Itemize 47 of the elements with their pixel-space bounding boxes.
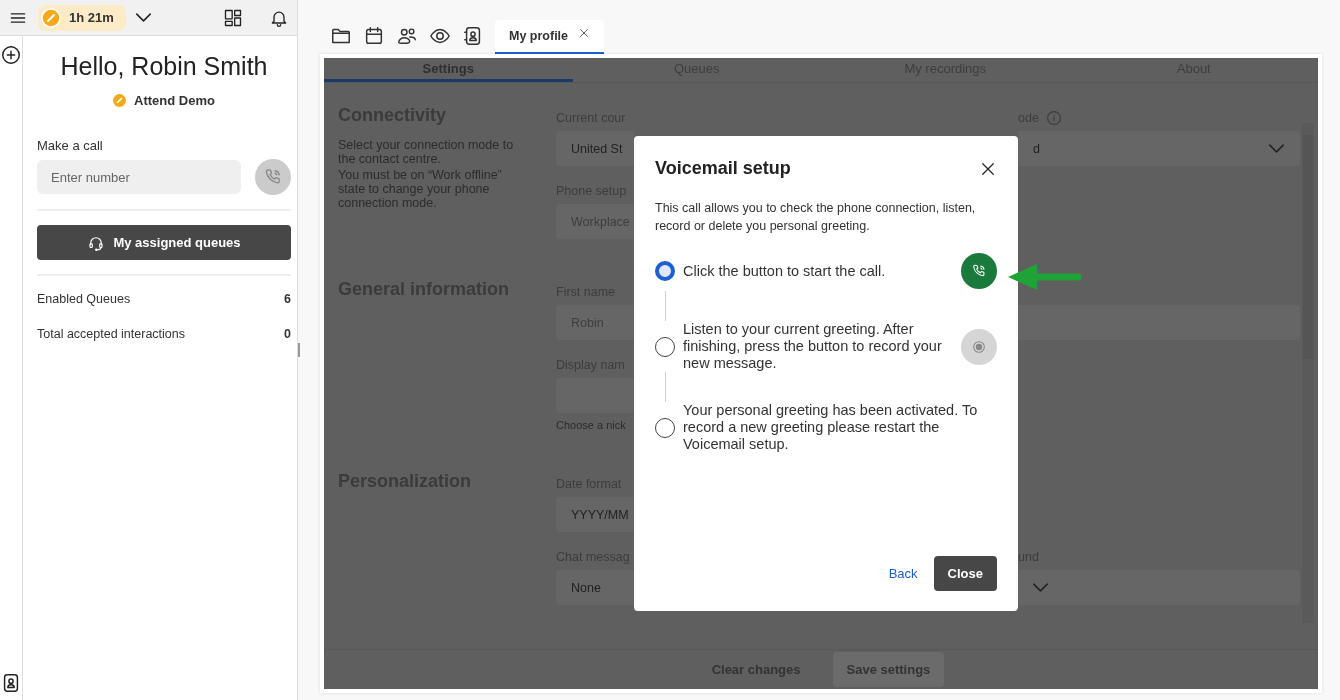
queues-button[interactable]: My assigned queues xyxy=(37,225,291,260)
chevron-down-icon xyxy=(135,13,151,22)
step-radio[interactable] xyxy=(655,336,675,357)
call-button[interactable] xyxy=(255,159,291,195)
chevron-down-icon xyxy=(1033,583,1048,593)
timer-badge[interactable]: 1h 21m xyxy=(38,4,126,31)
phone-icon xyxy=(971,263,987,279)
status-icon xyxy=(113,94,127,107)
close-button[interactable]: Close xyxy=(933,556,997,591)
step-text: Your personal greeting has been activated. To record a new greeting please restart the Voicemail setup. xyxy=(683,402,979,453)
greeting: Hello, Robin Smith xyxy=(60,52,268,81)
add-icon xyxy=(0,44,22,66)
dropdown-field[interactable] xyxy=(1018,570,1300,606)
dialog-description: This call allows you to check the phone connection, listen, record or delete you personal greeting. xyxy=(655,200,977,235)
step-radio[interactable] xyxy=(655,261,675,281)
arrow-icon xyxy=(1008,264,1082,290)
input-field[interactable] xyxy=(556,378,634,414)
input-field[interactable]: United St xyxy=(556,131,634,167)
workspace-tab[interactable]: My profile xyxy=(495,20,605,54)
number-field[interactable]: Enter number xyxy=(37,160,241,194)
dropdown-field[interactable]: d xyxy=(1018,131,1300,167)
input-field[interactable] xyxy=(1018,305,1300,341)
back-link[interactable]: Back xyxy=(888,566,918,581)
input-field[interactable]: None xyxy=(556,570,634,606)
stat-label: Enabled Queues xyxy=(37,292,131,308)
dialog-title: Voicemail setup xyxy=(655,158,791,179)
calendar-icon xyxy=(363,25,385,47)
stat-value: 6 xyxy=(284,292,291,308)
connector-line xyxy=(665,291,666,321)
step-text: Click the button to start the call. xyxy=(683,262,887,280)
layout-icon xyxy=(223,7,243,28)
people-icon xyxy=(396,25,418,47)
resize-handle[interactable] xyxy=(298,343,300,357)
save-button[interactable]: Save settings xyxy=(832,652,945,688)
connector-line xyxy=(665,372,666,402)
chevron-down-icon xyxy=(1269,144,1284,154)
step-text: Listen to your current greeting. After finishing, press the button to record your new message. xyxy=(683,321,943,372)
status-label: Attend Demo xyxy=(134,93,215,108)
call-button[interactable] xyxy=(961,253,997,289)
step-radio[interactable] xyxy=(655,417,675,438)
status-icon xyxy=(41,7,61,28)
stat-label: Total accepted interactions xyxy=(37,327,185,343)
stat-value: 0 xyxy=(284,327,291,343)
record-icon xyxy=(971,338,987,355)
input-field[interactable]: YYYY/MM xyxy=(556,497,634,533)
close-icon xyxy=(578,26,591,39)
field-label: Make a call xyxy=(37,138,104,153)
